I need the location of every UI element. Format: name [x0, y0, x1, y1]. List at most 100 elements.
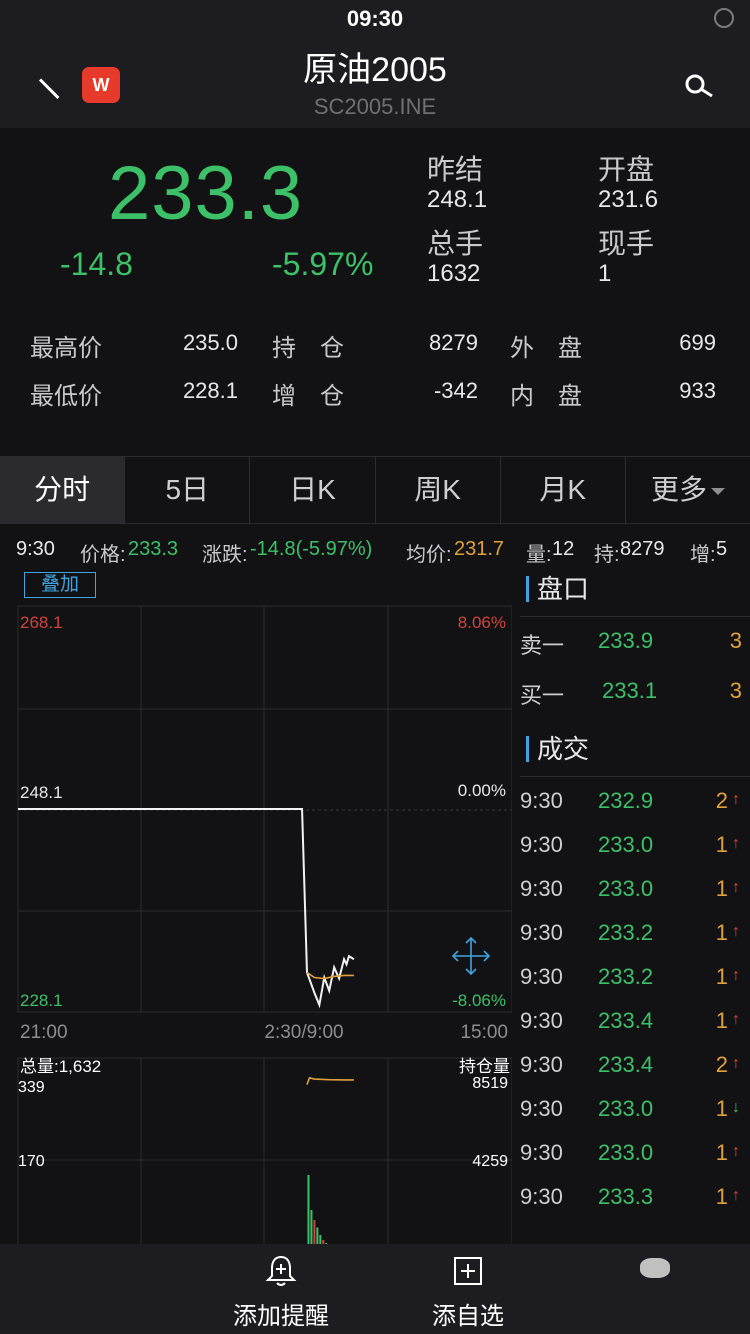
oi-max-label: 8519 [472, 1075, 508, 1092]
arrow-up-icon: ↑ [732, 967, 740, 984]
intraday-chart[interactable]: 268.1 248.1 228.1 8.06% 0.00% -8.06% 21:… [16, 570, 512, 1250]
arrow-down-icon: ↓ [732, 1099, 740, 1116]
high-value: 235.0 [182, 330, 238, 355]
inner-volume-value: 933 [679, 378, 716, 403]
orderbook-qty: 3 [729, 628, 742, 653]
pct-mid-label: 0.00% [458, 781, 506, 800]
open-interest-value: 8279 [429, 330, 478, 355]
info-inc: 5 [716, 538, 728, 560]
trade-price: 233.2 [598, 920, 654, 945]
x-label-mid: 2:30/9:00 [264, 1022, 343, 1043]
trade-price: 233.0 [598, 832, 654, 857]
tab-more-label: 更多 [650, 474, 707, 505]
oi-change-value: -342 [433, 378, 478, 403]
bottom-toolbar: 添加提醒 添自选 [0, 1244, 750, 1334]
tab-intraday[interactable]: 分时 [0, 457, 126, 523]
arrow-up-icon: ↑ [732, 1143, 740, 1160]
volume-max-label: 339 [18, 1079, 45, 1096]
orderbook-trades-panel: 盘口 卖一 233.9 3 买一 233.1 3 成交 9:30 232.9 2 … [520, 570, 750, 1250]
trade-qty: 1 [715, 1096, 728, 1121]
y-max-label: 268.1 [20, 613, 63, 632]
info-change: -14.8(-5.97%) [250, 538, 373, 560]
trade-price: 233.0 [598, 876, 654, 901]
trade-price: 232.9 [598, 788, 654, 813]
expand-icon[interactable] [451, 936, 491, 976]
trade-time: 9:30 [520, 832, 563, 857]
orderbook-price: 233.1 [602, 678, 658, 703]
volume-pane-frame [17, 1057, 512, 1250]
trade-time: 9:30 [520, 1052, 563, 1077]
tab-5day[interactable]: 5日 [125, 457, 251, 523]
trade-time: 9:30 [520, 1008, 563, 1033]
x-label-end: 15:00 [460, 1022, 508, 1043]
orderbook-title: 盘口 [526, 576, 589, 602]
crosshair-info-bar: 9:30 价格: 233.3 涨跌: -14.8(-5.97%) 均价: 231… [0, 534, 750, 566]
info-hold: 8279 [620, 538, 665, 560]
contract-code: SC2005.INE [313, 94, 437, 119]
current-volume-value: 1 [598, 260, 612, 287]
page-title: 原油2005 [303, 51, 447, 89]
low-value: 228.1 [182, 378, 238, 403]
last-price: 233.3 [108, 151, 304, 236]
arrow-up-icon: ↑ [732, 1187, 740, 1204]
current-volume-label: 现手 [598, 228, 655, 259]
divider [520, 616, 750, 617]
trade-qty: 1 [715, 1008, 728, 1033]
info-avg: 231.7 [454, 538, 505, 560]
add-watchlist-label: 添自选 [432, 1303, 504, 1330]
trade-qty: 1 [715, 964, 728, 989]
orderbook-side-label: 卖一 [520, 633, 565, 658]
info-inc-label: 增: [690, 544, 716, 566]
trade-time: 9:30 [520, 1140, 563, 1165]
info-change-label: 涨跌: [202, 544, 248, 566]
y-mid-label: 248.1 [20, 783, 63, 802]
outer-volume-value: 699 [679, 330, 716, 355]
trade-qty: 2 [715, 1052, 728, 1077]
trade-time: 9:30 [520, 876, 563, 901]
bell-plus-icon [265, 1255, 297, 1286]
search-icon[interactable] [684, 74, 714, 98]
info-hold-label: 持: [594, 544, 620, 566]
trade-qty: 1 [715, 1140, 728, 1165]
more-icon[interactable] [640, 1258, 670, 1278]
trade-qty: 1 [715, 920, 728, 945]
open-interest-label: 持 仓 [272, 335, 344, 362]
caret-down-icon [710, 488, 725, 496]
trade-price: 233.0 [598, 1096, 654, 1121]
trade-qty: 1 [715, 832, 728, 857]
inner-volume-label: 内 盘 [510, 383, 582, 410]
arrow-up-icon: ↑ [732, 1011, 740, 1028]
trade-price: 233.3 [598, 1184, 654, 1209]
arrow-up-icon: ↑ [732, 879, 740, 896]
arrow-up-icon: ↑ [732, 835, 740, 852]
trade-qty: 1 [715, 1184, 728, 1209]
trade-time: 9:30 [520, 1184, 563, 1209]
info-time: 9:30 [16, 538, 55, 560]
divider [520, 776, 750, 777]
total-volume-caption: 总量:1,632 [20, 1057, 101, 1076]
x-label-start: 21:00 [20, 1022, 68, 1043]
open-interest-line [306, 1076, 354, 1085]
tab-weekly-k[interactable]: 周K [376, 457, 501, 523]
tab-more[interactable]: 更多 [626, 457, 750, 523]
add-watchlist-button[interactable]: 添自选 [378, 1244, 558, 1334]
oi-change-label: 增 仓 [272, 383, 344, 410]
tab-monthly-k[interactable]: 月K [501, 457, 626, 523]
overlay-button[interactable]: 叠加 [24, 572, 96, 598]
add-alert-button[interactable]: 添加提醒 [191, 1244, 371, 1334]
trade-qty: 1 [715, 876, 728, 901]
tab-daily-k[interactable]: 日K [250, 457, 376, 523]
info-price-label: 价格: [80, 544, 126, 566]
price-change: -14.8 [60, 246, 133, 282]
trade-price: 233.4 [598, 1052, 654, 1077]
open-interest-caption: 持仓量 [459, 1057, 510, 1076]
status-time: 09:30 [346, 6, 404, 31]
trade-time: 9:30 [520, 1096, 563, 1121]
arrow-up-icon: ↑ [732, 923, 740, 940]
high-label: 最高价 [30, 335, 102, 362]
arrow-up-icon: ↑ [732, 791, 740, 808]
trade-time: 9:30 [520, 964, 563, 989]
prev-settle-label: 昨结 [427, 154, 484, 185]
pct-max-label: 8.06% [458, 613, 506, 632]
volume-mid-label: 170 [18, 1153, 45, 1170]
